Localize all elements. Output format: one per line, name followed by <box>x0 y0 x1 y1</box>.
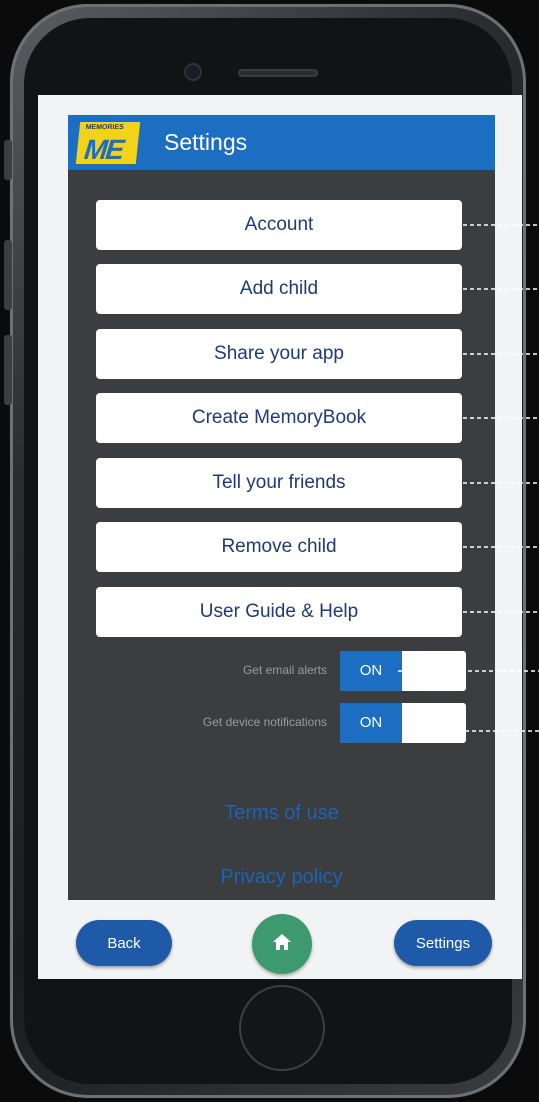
privacy-policy-link[interactable]: Privacy policy <box>68 866 495 889</box>
device-notifications-toggle[interactable]: ON <box>340 703 466 743</box>
settings-button[interactable]: Settings <box>394 920 492 966</box>
screen: MEMORIES ME Settings Account Add child S… <box>38 95 522 979</box>
device-notifications-row: Get device notifications ON <box>68 703 495 743</box>
logo-subtext: MEMORIES <box>85 124 125 131</box>
volume-down-button <box>4 335 12 405</box>
app-header: MEMORIES ME Settings <box>68 115 495 170</box>
logo-text: ME <box>82 134 124 165</box>
bottom-nav-bar: Back Settings <box>38 900 522 979</box>
back-button[interactable]: Back <box>76 920 172 966</box>
earpiece-speaker <box>238 69 318 77</box>
home-button[interactable] <box>252 914 312 974</box>
terms-of-use-link[interactable]: Terms of use <box>68 802 495 825</box>
front-camera <box>186 65 200 79</box>
email-alerts-row: Get email alerts ON <box>68 651 495 691</box>
user-guide-help-button[interactable]: User Guide & Help <box>96 587 462 637</box>
email-alerts-toggle[interactable]: ON <box>340 651 466 691</box>
create-memorybook-button[interactable]: Create MemoryBook <box>96 393 462 443</box>
tell-friends-button[interactable]: Tell your friends <box>96 458 462 508</box>
email-alerts-label: Get email alerts <box>242 663 327 677</box>
account-button[interactable]: Account <box>96 200 462 250</box>
remove-child-button[interactable]: Remove child <box>96 522 462 572</box>
app-logo: MEMORIES ME <box>75 122 141 165</box>
share-app-button[interactable]: Share your app <box>96 329 462 379</box>
device-notifications-label: Get device notifications <box>202 715 327 729</box>
page-title: Settings <box>164 129 248 155</box>
mute-switch <box>4 140 12 180</box>
device-notifications-state: ON <box>340 703 402 743</box>
email-alerts-state: ON <box>340 651 402 691</box>
add-child-button[interactable]: Add child <box>96 264 462 314</box>
hardware-home-button[interactable] <box>239 985 325 1071</box>
volume-up-button <box>4 240 12 310</box>
settings-panel: Account Add child Share your app Create … <box>68 170 495 900</box>
home-icon <box>273 934 291 950</box>
